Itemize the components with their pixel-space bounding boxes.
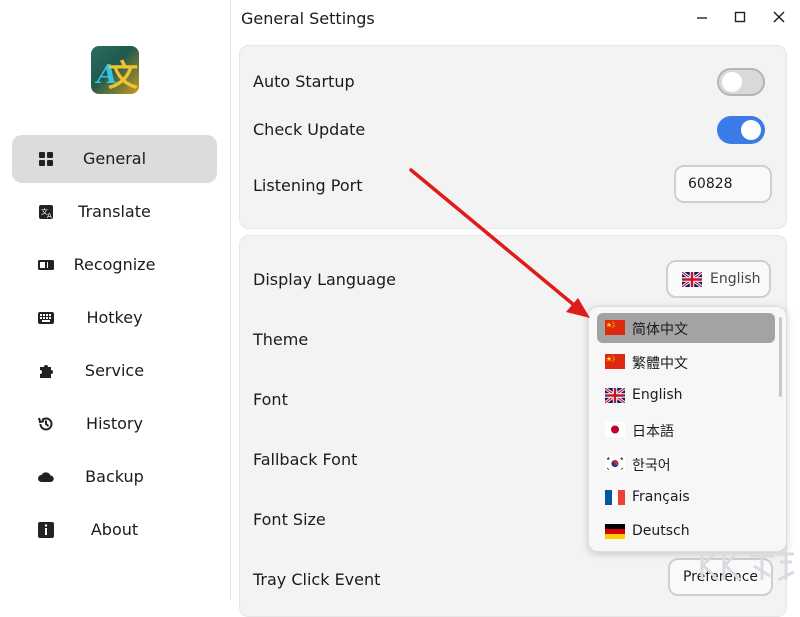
sidebar: A 文 General 文A Translate Recognize Hotke… [0, 0, 231, 600]
svg-text:A: A [47, 212, 52, 220]
language-option-label: 한국어 [632, 458, 671, 474]
translate-icon: 文A [39, 205, 53, 220]
tray-click-event-label: Tray Click Event [253, 570, 381, 589]
sidebar-item-label: Hotkey [86, 308, 143, 327]
france-flag-icon [605, 490, 625, 505]
uk-flag-icon [682, 272, 702, 287]
germany-flag-icon [605, 524, 625, 539]
china-flag-icon [605, 354, 625, 369]
language-option-en[interactable]: English [597, 381, 775, 411]
language-dropdown: 简体中文 繁體中文 English 日本語 한국어 Français Deuts… [588, 306, 787, 552]
sidebar-item-label: Translate [78, 202, 151, 221]
uk-flag-icon [605, 388, 625, 403]
language-option-label: 繁體中文 [632, 356, 688, 372]
language-option-label: 简体中文 [632, 322, 688, 338]
language-option-de[interactable]: Deutsch [597, 517, 775, 547]
listening-port-input[interactable]: 60828 [674, 165, 772, 203]
recognize-icon [38, 260, 54, 270]
window-title: General Settings [241, 9, 375, 28]
sidebar-item-hotkey[interactable]: Hotkey [12, 294, 217, 342]
toggle-knob [722, 72, 742, 92]
sidebar-item-label: Recognize [73, 255, 156, 274]
title-bar: General Settings [231, 0, 800, 36]
puzzle-icon [40, 365, 53, 378]
font-label: Font [253, 390, 288, 409]
sidebar-item-service[interactable]: Service [12, 347, 217, 395]
check-update-toggle[interactable] [717, 116, 765, 144]
app-logo: A 文 [91, 46, 139, 94]
keyboard-icon [38, 312, 54, 324]
language-option-zh-hans[interactable]: 简体中文 [597, 313, 775, 343]
auto-startup-label: Auto Startup [253, 72, 355, 91]
display-language-label: Display Language [253, 270, 397, 289]
korea-flag-icon [605, 456, 625, 471]
info-icon [38, 522, 54, 538]
dropdown-scrollbar[interactable] [779, 317, 782, 397]
japan-flag-icon [605, 422, 625, 437]
history-icon [38, 417, 53, 431]
font-size-label: Font Size [253, 510, 326, 529]
watermark-logo-icon [700, 550, 795, 582]
fallback-font-label: Fallback Font [253, 450, 358, 469]
display-language-value: English [710, 271, 761, 287]
language-option-label: 日本語 [632, 424, 674, 440]
display-language-button[interactable]: English [666, 260, 771, 298]
language-option-label: English [632, 387, 683, 403]
auto-startup-toggle[interactable] [717, 68, 765, 96]
sidebar-item-about[interactable]: About [12, 506, 217, 554]
language-option-ja[interactable]: 日本語 [597, 415, 775, 445]
sidebar-item-recognize[interactable]: Recognize [12, 241, 217, 289]
language-option-label: Français [632, 489, 690, 505]
listening-port-label: Listening Port [253, 176, 363, 195]
sidebar-item-label: About [90, 520, 139, 539]
sidebar-item-label: General [82, 149, 147, 168]
china-flag-icon [605, 320, 625, 335]
sidebar-item-translate[interactable]: 文A Translate [12, 188, 217, 236]
language-option-fr[interactable]: Français [597, 483, 775, 513]
toggle-knob [741, 120, 761, 140]
sidebar-item-history[interactable]: History [12, 400, 217, 448]
app-logo-glyph: 文 [108, 59, 138, 94]
maximize-icon[interactable] [731, 8, 749, 26]
grid-icon [39, 152, 53, 166]
general-settings-card: Auto Startup Check Update Listening Port… [239, 45, 787, 229]
language-option-zh-hant[interactable]: 繁體中文 [597, 347, 775, 377]
sidebar-item-label: History [86, 414, 143, 433]
sidebar-item-general[interactable]: General [12, 135, 217, 183]
sidebar-item-label: Service [84, 361, 145, 380]
cloud-icon [38, 472, 54, 482]
sidebar-item-label: Backup [85, 467, 144, 486]
close-icon[interactable] [770, 8, 788, 26]
theme-label: Theme [253, 330, 309, 349]
minimize-icon[interactable] [693, 8, 711, 26]
language-option-label: Deutsch [632, 523, 690, 539]
sidebar-item-backup[interactable]: Backup [12, 453, 217, 501]
check-update-label: Check Update [253, 120, 366, 139]
language-option-ko[interactable]: 한국어 [597, 449, 775, 479]
